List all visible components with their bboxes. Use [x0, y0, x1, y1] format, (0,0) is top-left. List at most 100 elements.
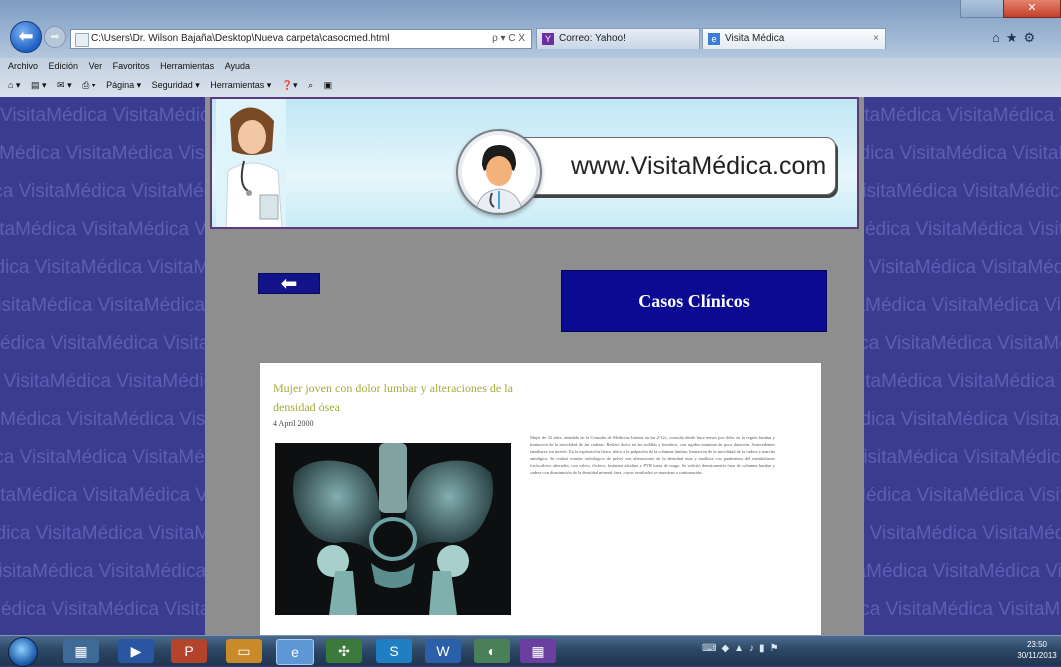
feeds-icon[interactable]: ▤ ▾ — [31, 80, 47, 90]
menu-edicion[interactable]: Edición — [49, 61, 79, 71]
home-icon[interactable]: ⌂ — [992, 30, 1006, 45]
watermark-line: VisitaMédica VisitaMédica VisitaMédica V… — [0, 105, 205, 126]
section-title: Casos Clínicos — [638, 291, 750, 311]
start-button[interactable] — [8, 637, 38, 667]
watermark-line: VisitaMédica VisitaMédica VisitaMédica V… — [864, 295, 1061, 316]
watermark-line: VisitaMédica VisitaMédica VisitaMédica V… — [0, 447, 205, 468]
network-icon[interactable]: ▲ — [734, 643, 749, 654]
menu-favoritos[interactable]: Favoritos — [113, 61, 150, 71]
taskbar-clock[interactable]: 23:50 30/11/2013 — [1016, 639, 1058, 661]
onenote-icon[interactable]: ▣ — [324, 80, 333, 90]
powerpoint-taskbar-icon[interactable]: P — [171, 639, 207, 663]
address-bar[interactable]: C:\Users\Dr. Wilson Bajaña\Desktop\Nueva… — [70, 29, 532, 49]
watermark-line: VisitaMédica VisitaMédica VisitaMédica V… — [0, 485, 205, 506]
close-tab-icon[interactable]: × — [873, 29, 879, 49]
clock-time: 23:50 — [1026, 640, 1048, 649]
tab-label: Correo: Yahoo! — [559, 33, 626, 44]
watermark-line: VisitaMédica VisitaMédica VisitaMédica V… — [864, 599, 1061, 620]
case-article: Mujer joven con dolor lumbar y alteracio… — [260, 363, 821, 635]
watermark-line: VisitaMédica VisitaMédica VisitaMédica V… — [0, 523, 205, 544]
site-url-banner[interactable]: www.VisitaMédica.com — [512, 137, 836, 195]
article-body: Mujer de 32 años, atendida en la Consult… — [530, 435, 775, 475]
article-date: 4 April 2000 — [273, 419, 314, 428]
back-arrow-button[interactable]: ⬅ — [258, 273, 320, 294]
gear-icon[interactable]: ⚙ — [1024, 30, 1042, 45]
pelvis-xray-image — [275, 443, 511, 615]
watermark-line: VisitaMédica VisitaMédica VisitaMédica V… — [0, 295, 205, 316]
home-icon[interactable]: ⌂ ▾ — [8, 80, 20, 90]
research-icon[interactable]: ⌕ — [308, 80, 313, 90]
watermark-line: VisitaMédica VisitaMédica VisitaMédica V… — [864, 523, 1061, 544]
site-url: www.VisitaMédica.com — [571, 152, 827, 180]
yahoo-mail-icon: Y — [542, 33, 554, 45]
network-taskbar-icon[interactable]: ✣ — [326, 639, 362, 663]
watermark-line: VisitaMédica VisitaMédica VisitaMédica V… — [864, 371, 1061, 392]
watermark-line: VisitaMédica VisitaMédica VisitaMédica V… — [864, 143, 1061, 164]
cmd-herramientas[interactable]: Herramientas ▾ — [210, 80, 271, 90]
menu-herramientas[interactable]: Herramientas — [160, 61, 214, 71]
explorer-taskbar-icon[interactable]: ▦ — [63, 639, 99, 663]
address-tools[interactable]: ρ ▾ C X — [492, 30, 525, 48]
watermark-line: VisitaMédica VisitaMédica VisitaMédica V… — [864, 333, 1061, 354]
clock-date: 30/11/2013 — [1017, 651, 1057, 660]
watermark-line: VisitaMédica VisitaMédica VisitaMédica V… — [864, 561, 1061, 582]
article-title[interactable]: Mujer joven con dolor lumbar y alteracio… — [273, 379, 533, 417]
flag-icon[interactable]: ⚑ — [770, 643, 784, 654]
print-icon[interactable]: ⎙ ▾ — [82, 80, 95, 90]
app-taskbar-icon[interactable]: ◐ — [474, 639, 510, 663]
watermark-line: VisitaMédica VisitaMédica VisitaMédica V… — [864, 219, 1061, 240]
watermark-line: VisitaMédica VisitaMédica VisitaMédica V… — [864, 105, 1061, 126]
watermark-line: VisitaMédica VisitaMédica VisitaMédica V… — [0, 333, 205, 354]
arrow-left-icon: ⬅ — [280, 273, 298, 295]
tab-yahoo-mail[interactable]: Y Correo: Yahoo! — [536, 28, 700, 49]
doctor-avatar — [456, 129, 542, 215]
ie-page-icon: e — [708, 33, 720, 45]
folder-taskbar-icon[interactable]: ▭ — [226, 639, 262, 663]
site-header: www.VisitaMédica.com — [210, 97, 859, 229]
keyboard-icon[interactable]: ⌨ — [702, 643, 721, 654]
cmd-seguridad[interactable]: Seguridad ▾ — [152, 80, 200, 90]
close-window-button[interactable]: ✕ — [1003, 0, 1061, 18]
system-tray: ⌨◆▲♪▮⚑ — [702, 643, 784, 654]
shield-icon[interactable]: ◆ — [721, 643, 734, 654]
address-url[interactable]: C:\Users\Dr. Wilson Bajaña\Desktop\Nueva… — [91, 30, 389, 48]
word-taskbar-icon[interactable]: W — [425, 639, 461, 663]
watermark-left: VisitaMédica VisitaMédica VisitaMédica V… — [0, 97, 205, 635]
tab-visita-medica[interactable]: e Visita Médica × — [702, 28, 886, 49]
battery-icon[interactable]: ▮ — [759, 643, 770, 654]
menu-ver[interactable]: Ver — [89, 61, 103, 71]
watermark-right: VisitaMédica VisitaMédica VisitaMédica V… — [864, 97, 1061, 635]
watermark-line: VisitaMédica VisitaMédica VisitaMédica V… — [864, 257, 1061, 278]
media-player-taskbar-icon[interactable]: ▶ — [118, 639, 154, 663]
casos-clinicos-banner[interactable]: Casos Clínicos — [561, 270, 827, 332]
page-icon — [75, 33, 89, 47]
watermark-line: VisitaMédica VisitaMédica VisitaMédica V… — [0, 561, 205, 582]
page-viewport: VisitaMédica VisitaMédica VisitaMédica V… — [0, 97, 1061, 635]
star-icon[interactable]: ★ — [1006, 30, 1024, 45]
browser-back-button[interactable]: ⬅ — [10, 21, 42, 53]
minimize-button[interactable] — [960, 0, 1005, 18]
watermark-line: VisitaMédica VisitaMédica VisitaMédica V… — [0, 219, 205, 240]
help-icon[interactable]: ❓▾ — [282, 80, 298, 90]
volume-icon[interactable]: ♪ — [749, 643, 759, 654]
watermark-line: VisitaMédica VisitaMédica VisitaMédica V… — [0, 181, 205, 202]
tab-label: Visita Médica — [725, 33, 785, 44]
internet-explorer-taskbar-icon[interactable]: e — [276, 639, 314, 665]
watermark-line: VisitaMédica VisitaMédica VisitaMédica V… — [0, 143, 205, 164]
skype-taskbar-icon[interactable]: S — [376, 639, 412, 663]
watermark-line: VisitaMédica VisitaMédica VisitaMédica V… — [0, 371, 205, 392]
doctor-illustration — [216, 99, 286, 227]
watermark-line: VisitaMédica VisitaMédica VisitaMédica V… — [864, 181, 1061, 202]
watermark-line: VisitaMédica VisitaMédica VisitaMédica V… — [0, 599, 205, 620]
windows-taskbar: ▦ ▶ P ▭ e ✣ S W ◐ ▦ ⌨◆▲♪▮⚑ 23:50 30/11/2… — [0, 635, 1061, 667]
menu-ayuda[interactable]: Ayuda — [225, 61, 250, 71]
calendar-taskbar-icon[interactable]: ▦ — [520, 639, 556, 663]
watermark-line: VisitaMédica VisitaMédica VisitaMédica V… — [0, 257, 205, 278]
browser-chrome: ✕ ⬅ ➡ C:\Users\Dr. Wilson Bajaña\Desktop… — [0, 0, 1061, 98]
mail-icon[interactable]: ✉ ▾ — [57, 80, 72, 90]
browser-forward-button[interactable]: ➡ — [44, 26, 66, 48]
watermark-line: VisitaMédica VisitaMédica VisitaMédica V… — [864, 485, 1061, 506]
arrow-right-icon: ➡ — [50, 31, 60, 43]
cmd-pagina[interactable]: Página ▾ — [106, 80, 141, 90]
menu-archivo[interactable]: Archivo — [8, 61, 38, 71]
